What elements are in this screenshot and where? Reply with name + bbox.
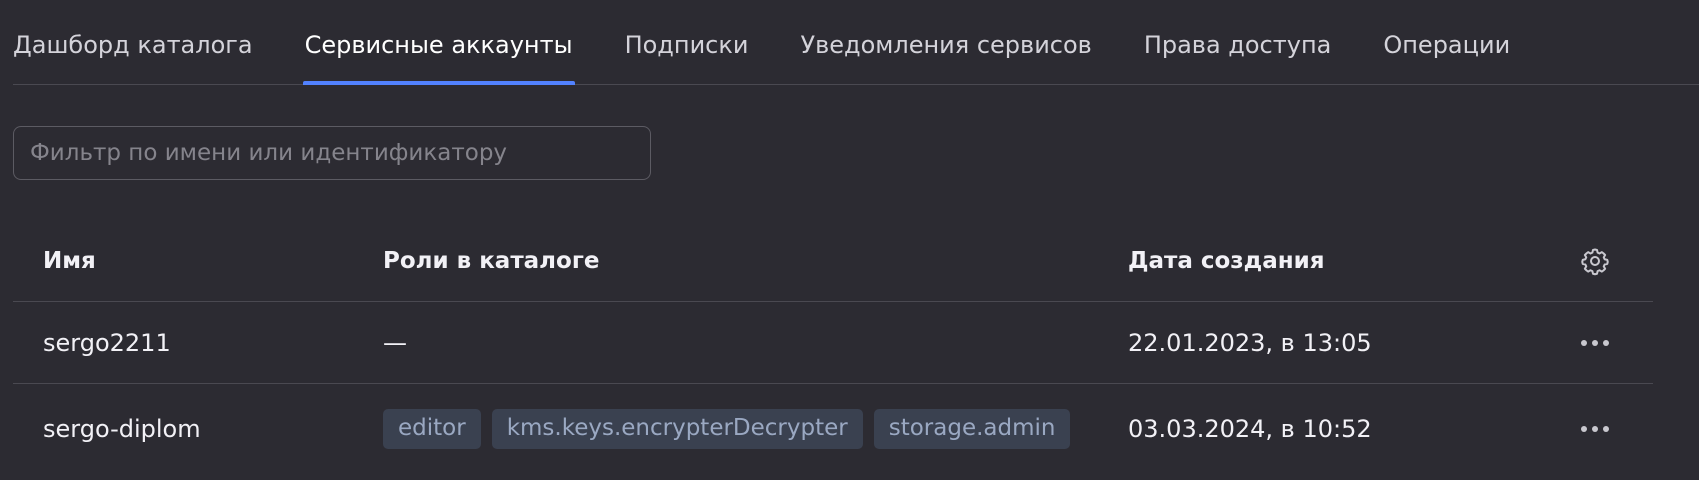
table-row[interactable]: sergo2211 — 22.01.2023, в 13:05: [13, 302, 1653, 384]
tab-service-accounts[interactable]: Сервисные аккаунты: [302, 0, 575, 85]
more-horizontal-icon[interactable]: [1575, 323, 1615, 363]
tab-access-rights[interactable]: Права доступа: [1144, 0, 1332, 84]
roles-empty: —: [383, 328, 407, 357]
tab-subscriptions[interactable]: Подписки: [625, 0, 749, 84]
account-name[interactable]: sergo2211: [43, 302, 171, 383]
role-chip[interactable]: editor: [383, 409, 481, 449]
tab-catalog-dashboard[interactable]: Дашборд каталога: [13, 0, 253, 84]
role-list: editor kms.keys.encrypterDecrypter stora…: [383, 409, 1071, 449]
tab-operations[interactable]: Операции: [1383, 0, 1510, 84]
column-header-roles: Роли в каталоге: [383, 247, 600, 274]
role-chip[interactable]: kms.keys.encrypterDecrypter: [491, 409, 863, 449]
table-header: Имя Роли в каталоге Дата создания: [13, 220, 1653, 302]
created-date: 22.01.2023, в 13:05: [1128, 328, 1372, 357]
column-header-name: Имя: [43, 247, 96, 274]
role-chip[interactable]: storage.admin: [873, 409, 1071, 449]
account-name[interactable]: sergo-diplom: [43, 384, 201, 474]
column-header-created: Дата создания: [1128, 247, 1325, 274]
more-horizontal-icon[interactable]: [1575, 409, 1615, 449]
created-date: 03.03.2024, в 10:52: [1128, 415, 1372, 443]
tab-service-notifications[interactable]: Уведомления сервисов: [800, 0, 1091, 84]
filter-input[interactable]: [13, 126, 651, 180]
table-row[interactable]: sergo-diplom editor kms.keys.encrypterDe…: [13, 384, 1653, 474]
gear-icon[interactable]: [1575, 241, 1615, 281]
service-accounts-table: Имя Роли в каталоге Дата создания sergo2…: [13, 220, 1653, 474]
tab-bar: Дашборд каталога Сервисные аккаунты Подп…: [13, 0, 1699, 85]
